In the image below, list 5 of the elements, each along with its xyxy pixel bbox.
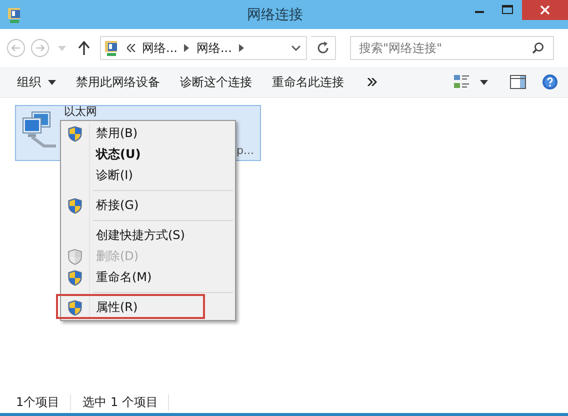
window-title: 网络连接 [246,6,304,24]
status-text: 1个项目 [12,394,71,410]
status-text: 选中 1 个项目 [78,394,169,410]
connection-detail: p... [236,144,254,157]
connection-name: 以太网 [64,106,98,118]
